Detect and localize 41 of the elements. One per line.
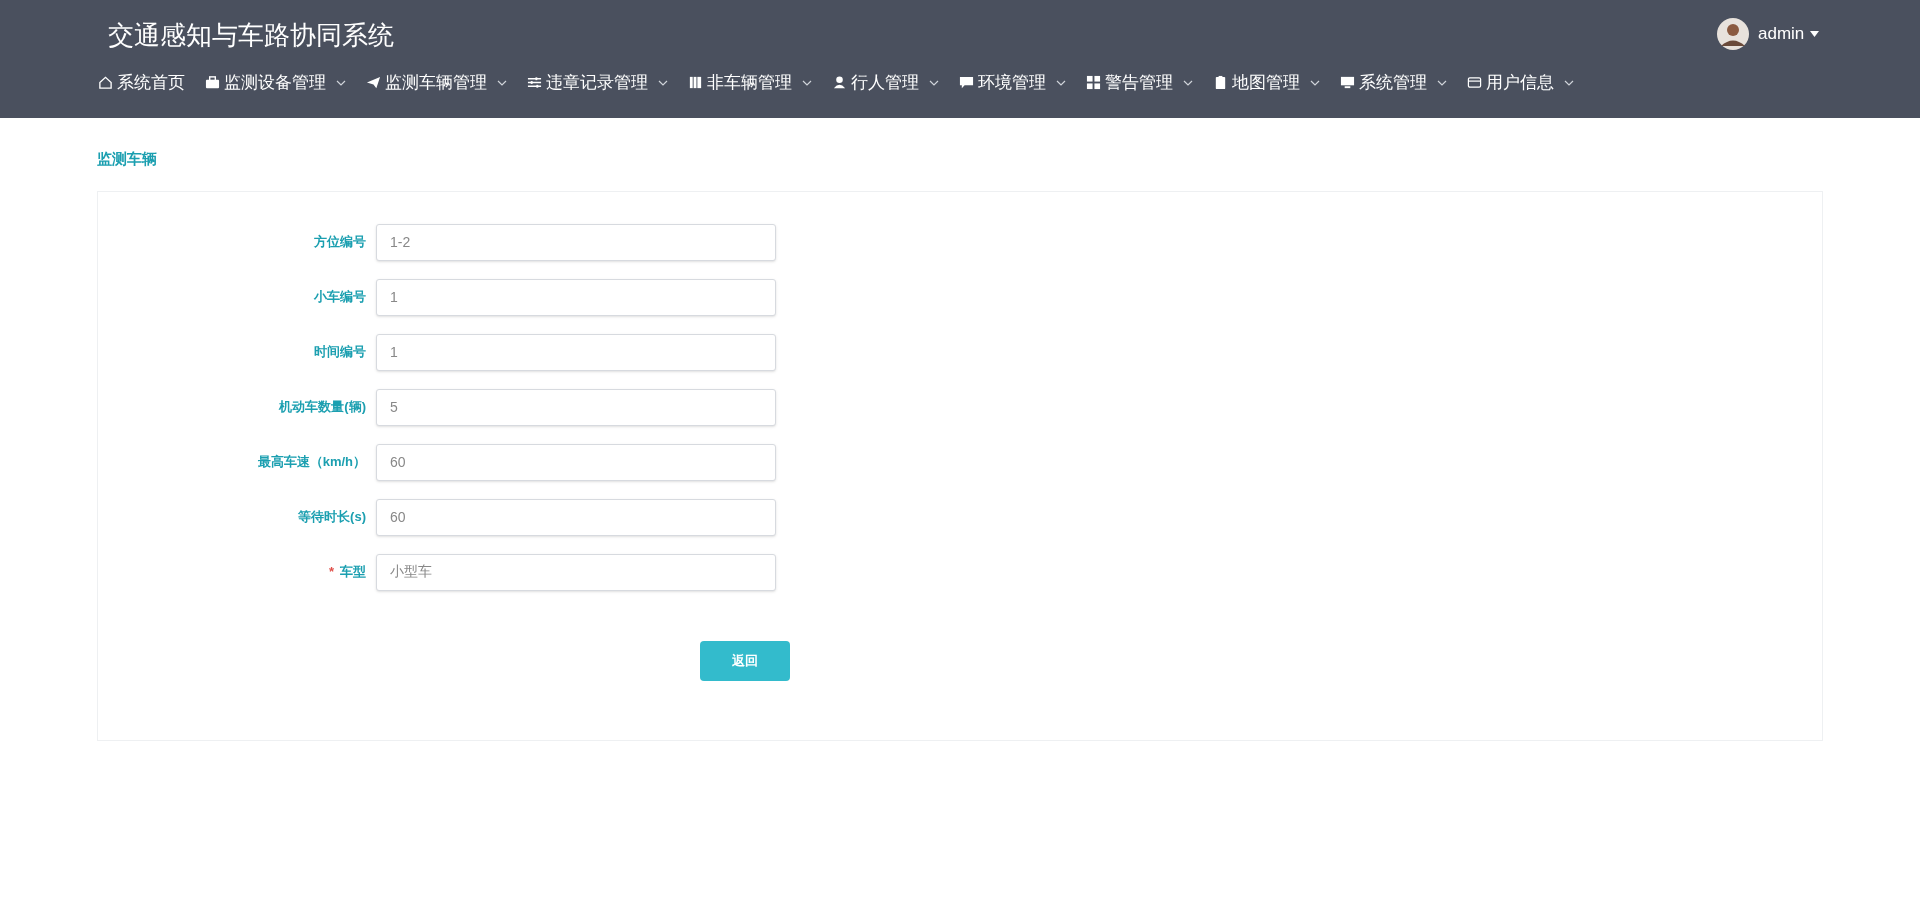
- monitor-icon: [1340, 75, 1355, 91]
- nav-menu-item[interactable]: 警告管理: [1086, 70, 1193, 96]
- nav-menu-item[interactable]: 系统管理: [1340, 70, 1447, 96]
- input-field[interactable]: 60: [376, 498, 776, 536]
- page-title: 监测车辆: [97, 149, 158, 169]
- sliders-icon: [527, 75, 542, 91]
- caret-icon: [1810, 31, 1820, 37]
- field-label: 时间编号: [314, 343, 366, 362]
- grid-icon: [1086, 75, 1101, 91]
- app-title: 交通感知与车路协同系统: [108, 18, 394, 52]
- nav-menu-item[interactable]: 非车辆管理: [688, 70, 812, 96]
- paper-plane-icon: [366, 75, 381, 91]
- person-icon: [832, 75, 847, 91]
- briefcase-icon: [205, 75, 220, 91]
- nav-menu-item[interactable]: 环境管理: [959, 70, 1066, 96]
- avatar-icon[interactable]: [1716, 17, 1750, 51]
- nav-menu-item[interactable]: 行人管理: [832, 70, 939, 96]
- input-field[interactable]: 小型车: [376, 553, 776, 591]
- input-field[interactable]: 1: [376, 333, 776, 371]
- field-label: 等待时长(s): [298, 508, 366, 527]
- nav-menu-item[interactable]: 监测设备管理: [205, 70, 346, 96]
- nav-menu-item[interactable]: 系统首页: [98, 70, 185, 96]
- field-label: 机动车数量(辆): [279, 398, 366, 417]
- nav-menu-item[interactable]: 地图管理: [1213, 70, 1320, 96]
- field-label: 最高车速（km/h）: [257, 453, 366, 472]
- card-icon: [1467, 75, 1482, 91]
- nav-menu-item[interactable]: 违章记录管理: [527, 70, 668, 96]
- input-field[interactable]: 60: [376, 443, 776, 481]
- field-label: 小车编号: [314, 288, 366, 307]
- input-field[interactable]: 5: [376, 388, 776, 426]
- user-menu[interactable]: admin: [1758, 21, 1820, 47]
- home-icon: [98, 75, 113, 91]
- input-field[interactable]: 1: [376, 278, 776, 316]
- field-label: 方位编号: [314, 233, 366, 252]
- nav-menu-item[interactable]: 用户信息: [1467, 70, 1574, 96]
- input-field[interactable]: 1-2: [376, 223, 776, 261]
- book-icon: [688, 75, 703, 91]
- field-label: 车型: [340, 563, 366, 582]
- required-asterisk: *: [328, 563, 334, 582]
- clipboard-icon: [1213, 75, 1228, 91]
- nav-menu-item[interactable]: 监测车辆管理: [366, 70, 507, 96]
